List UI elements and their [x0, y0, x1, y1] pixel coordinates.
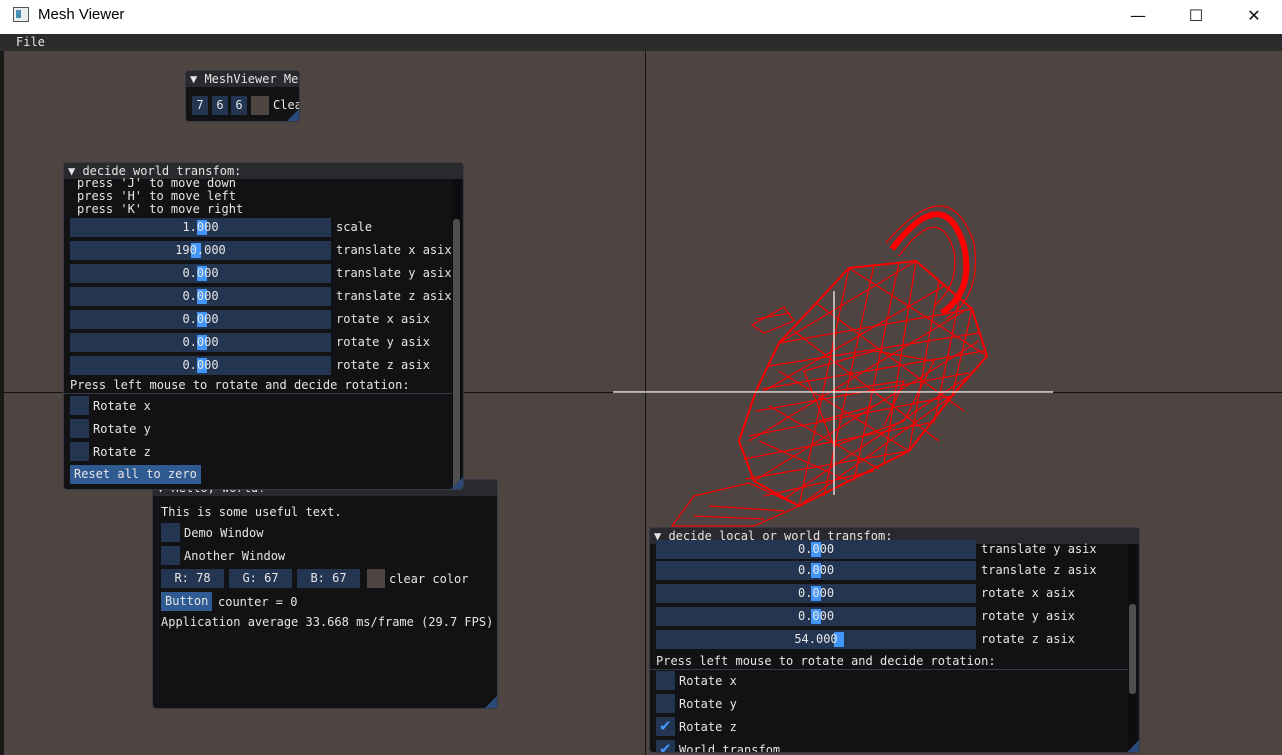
close-button[interactable]: ✕	[1225, 0, 1282, 30]
help-line: press 'K' to move right	[77, 202, 244, 216]
scale-label: scale	[336, 220, 373, 234]
local-world-panel[interactable]: ▼ decide local or world transfom: 0.000 …	[649, 527, 1140, 753]
clear-color-label: clear color	[389, 572, 469, 586]
rotate-z-check-label: Rotate z	[679, 720, 737, 734]
rotate-y-slider[interactable]: 0.000	[656, 607, 976, 626]
translate-x-row: 190.000 translate x asix	[70, 241, 452, 260]
help-line: press 'J' to move down	[77, 176, 236, 190]
rotate-y-slider[interactable]: 0.000	[70, 333, 331, 352]
resize-grip[interactable]	[451, 477, 463, 489]
rotate-z-row: 54.000 rotate z asix	[656, 630, 1116, 649]
clear-color-swatch[interactable]	[367, 569, 385, 588]
menu-file[interactable]: File	[16, 35, 45, 49]
scrollbar[interactable]	[1128, 544, 1137, 752]
checkmark-icon: ✔	[659, 740, 672, 753]
rotate-y-label: rotate y asix	[981, 609, 1075, 623]
translate-y-label: translate y asix	[336, 266, 452, 280]
translate-z-row: 0.000 translate z asix	[70, 287, 452, 306]
rotate-z-check-label: Rotate z	[93, 445, 151, 459]
rotate-y-label: rotate y asix	[336, 335, 430, 349]
clear-color-r[interactable]: R: 78	[161, 569, 224, 588]
translate-y-row: 0.000 translate y asix	[70, 264, 452, 283]
resize-grip[interactable]	[485, 696, 497, 708]
rotate-z-row: 0.000 rotate z asix	[70, 356, 450, 375]
world-transform-panel[interactable]: ▼ decide world transfom: press 'J' to mo…	[63, 162, 464, 490]
meshviewer-menu-panel[interactable]: ▼ MeshViewer Menu 7 6 6 Clea	[185, 70, 300, 122]
rotate-y-row: 0.000 rotate y asix	[656, 607, 1116, 626]
counter-button[interactable]: Button	[161, 592, 213, 611]
color-r-field[interactable]: 7	[192, 96, 208, 115]
translate-x-slider[interactable]: 190.000	[70, 241, 331, 260]
rotate-y-check-label: Rotate y	[93, 422, 151, 436]
useful-text: This is some useful text.	[161, 505, 342, 519]
rotate-z-label: rotate z asix	[981, 632, 1075, 646]
translate-y-slider[interactable]: 0.000	[656, 540, 976, 559]
rotate-x-checkbox[interactable]	[656, 671, 675, 690]
translate-x-label: translate x asix	[336, 243, 452, 257]
another-window-label: Another Window	[184, 549, 286, 563]
app-icon	[13, 7, 29, 22]
translate-z-slider[interactable]: 0.000	[656, 561, 976, 580]
translate-z-slider[interactable]: 0.000	[70, 287, 331, 306]
window-titlebar: Mesh Viewer — ☐ ✕	[0, 0, 1282, 30]
mouse-hint: Press left mouse to rotate and decide ro…	[70, 378, 410, 392]
color-b-field[interactable]: 6	[231, 96, 247, 115]
world-transform-label: World transfom	[679, 743, 781, 753]
scale-slider[interactable]: 1.000	[70, 218, 331, 237]
minimize-button[interactable]: —	[1109, 0, 1167, 30]
scale-row: 1.000 scale	[70, 218, 450, 237]
rotate-x-check-label: Rotate x	[93, 399, 151, 413]
hello-world-panel[interactable]: ▼ Hello, world! This is some useful text…	[152, 479, 498, 709]
demo-window-checkbox[interactable]	[161, 523, 180, 542]
rotate-x-row: 0.000 rotate x asix	[656, 584, 1116, 603]
world-transform-checkbox[interactable]: ✔	[656, 740, 675, 753]
rotate-z-slider[interactable]: 0.000	[70, 356, 331, 375]
window-title: Mesh Viewer	[38, 6, 125, 23]
separator	[650, 669, 1128, 670]
checkmark-icon: ✔	[659, 717, 672, 735]
counter-text: counter = 0	[218, 595, 298, 609]
maximize-button[interactable]: ☐	[1167, 0, 1225, 30]
another-window-checkbox[interactable]	[161, 546, 180, 565]
translate-y-slider[interactable]: 0.000	[70, 264, 331, 283]
translate-z-label: translate z asix	[981, 563, 1097, 577]
translate-z-label: translate z asix	[336, 289, 452, 303]
resize-grip[interactable]	[287, 109, 299, 121]
resize-grip[interactable]	[1127, 740, 1139, 752]
translate-y-row: 0.000 translate y asix	[656, 540, 1116, 559]
rotate-z-checkbox[interactable]	[70, 442, 89, 461]
rotate-x-slider[interactable]: 0.000	[70, 310, 331, 329]
rotate-x-check-label: Rotate x	[679, 674, 737, 688]
rotate-z-checkbox[interactable]: ✔	[656, 717, 675, 736]
translate-z-row: 0.000 translate z asix	[656, 561, 1116, 580]
mouse-hint: Press left mouse to rotate and decide ro…	[656, 654, 996, 668]
color-swatch[interactable]	[251, 96, 269, 115]
rotate-x-label: rotate x asix	[981, 586, 1075, 600]
rotate-z-label: rotate z asix	[336, 358, 430, 372]
rotate-x-row: 0.000 rotate x asix	[70, 310, 450, 329]
fps-text: Application average 33.668 ms/frame (29.…	[161, 615, 494, 629]
meshviewer-menu-title[interactable]: ▼ MeshViewer Menu	[186, 71, 299, 87]
reset-button[interactable]: Reset all to zero	[70, 465, 201, 484]
rotate-x-slider[interactable]: 0.000	[656, 584, 976, 603]
rotate-x-checkbox[interactable]	[70, 396, 89, 415]
scrollbar[interactable]	[452, 179, 461, 489]
rotate-y-checkbox[interactable]	[656, 694, 675, 713]
rotate-y-check-label: Rotate y	[679, 697, 737, 711]
rotate-y-row: 0.000 rotate y asix	[70, 333, 450, 352]
color-g-field[interactable]: 6	[212, 96, 228, 115]
translate-y-label: translate y asix	[981, 542, 1097, 556]
demo-window-label: Demo Window	[184, 526, 264, 540]
clear-color-g[interactable]: G: 67	[229, 569, 292, 588]
menu-bar: File	[0, 34, 1282, 51]
rotate-y-checkbox[interactable]	[70, 419, 89, 438]
rotate-x-label: rotate x asix	[336, 312, 430, 326]
clear-color-b[interactable]: B: 67	[297, 569, 360, 588]
rotate-z-slider[interactable]: 54.000	[656, 630, 976, 649]
separator	[64, 393, 454, 394]
help-line: press 'H' to move left	[77, 189, 236, 203]
